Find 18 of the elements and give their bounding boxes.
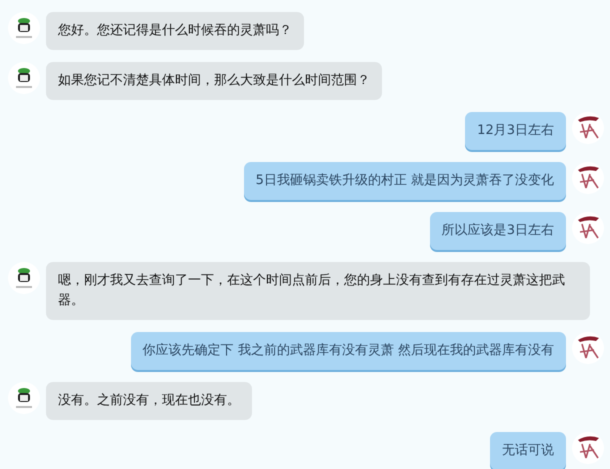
avatar-icon (572, 112, 604, 144)
message-bubble: 没有。之前没有，现在也没有。 (46, 382, 252, 420)
avatar-icon (8, 382, 40, 414)
avatar-icon (572, 162, 604, 194)
message-bubble: 所以应该是3日左右 (430, 212, 566, 250)
message-bubble: 如果您记不清楚具体时间，那么大致是什么时间范围？ (46, 62, 382, 100)
avatar-icon (8, 62, 40, 94)
avatar-icon (8, 262, 40, 294)
avatar-icon (572, 212, 604, 244)
message-bubble: 你应该先确定下 我之前的武器库有没有灵萧 然后现在我的武器库有没有 (130, 332, 566, 370)
avatar-icon (8, 12, 40, 44)
message-bubble: 无话可说 (490, 432, 566, 469)
message-bubble: 嗯，刚才我又去查询了一下，在这个时间点前后，您的身上没有查到有存在过灵萧这把武器。 (46, 262, 590, 320)
avatar-icon (572, 432, 604, 464)
avatar-icon (572, 332, 604, 364)
message-bubble: 5日我砸锅卖铁升级的村正 就是因为灵萧吞了没变化 (244, 162, 566, 200)
message-bubble: 您好。您还记得是什么时候吞的灵萧吗？ (46, 12, 304, 50)
message-bubble: 12月3日左右 (465, 112, 566, 150)
